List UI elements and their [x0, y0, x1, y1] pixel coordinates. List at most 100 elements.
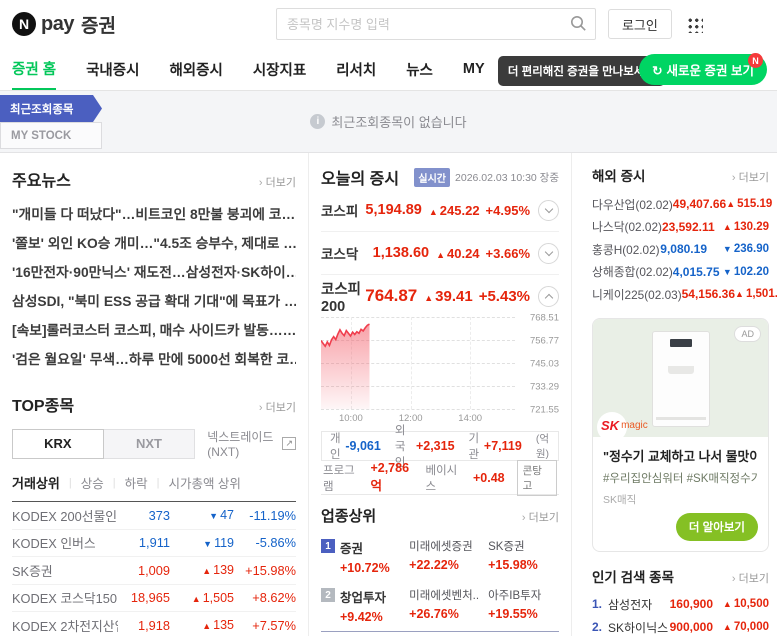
- basis-label: 베이시스: [426, 462, 467, 494]
- kospi200-intraday-chart: 768.51 756.77 745.03 733.29 721.55: [321, 317, 515, 409]
- news-item[interactable]: "개미들 다 떠났다"…비트코인 8만불 붕괴에 코…: [12, 200, 296, 229]
- y-axis-tick: 756.77: [530, 336, 559, 347]
- news-item[interactable]: [속보]롤러코스터 코스피, 매수 사이드카 발동……: [12, 316, 296, 345]
- nxt-external-link[interactable]: 넥스트레이드(NXT): [207, 428, 296, 459]
- popular-stocks-section: 인기 검색 종목 더보기 1. 삼성전자 160,900 10,500 2. S…: [592, 566, 769, 637]
- rank-badge: 2: [321, 588, 335, 602]
- header: N pay 증권 로그인: [0, 0, 777, 48]
- collapse-kospi200-button[interactable]: [538, 286, 559, 307]
- naver-n-icon: N: [12, 12, 36, 36]
- nav-item-indicators[interactable]: 시장지표: [253, 48, 306, 90]
- top-stocks-table: KODEX 200선물인버스… 373 47 -11.19% KODEX 인버스…: [12, 502, 296, 637]
- nav-item-world[interactable]: 해외증시: [169, 48, 222, 90]
- middle-column: 오늘의 증시 실시간 2026.02.03 10:30 장중 코스피 5,194…: [308, 153, 572, 636]
- expand-kosdaq-button[interactable]: [538, 243, 559, 264]
- water-purifier-image: [652, 331, 710, 427]
- expand-kospi-button[interactable]: [538, 200, 559, 221]
- unit-label: (억원): [536, 431, 550, 461]
- ranking-subtabs: 거래상위 | 상승 | 하락 | 시가총액 상위: [12, 473, 296, 502]
- tab-krx[interactable]: KRX: [12, 429, 104, 459]
- divider: |: [69, 477, 72, 489]
- list-item[interactable]: 1. 삼성전자 160,900 10,500: [592, 593, 769, 616]
- down-arrow-icon: [209, 508, 220, 522]
- table-row[interactable]: KODEX 200선물인버스… 373 47 -11.19%: [12, 502, 296, 530]
- ad-advertiser: SK매직: [603, 492, 758, 507]
- subtab-rising[interactable]: 상승: [81, 473, 104, 492]
- price-area-chart: [321, 317, 515, 409]
- popular-more-link[interactable]: 더보기: [732, 570, 769, 586]
- ad-badge: AD: [734, 326, 761, 342]
- refresh-icon: [652, 64, 666, 78]
- list-item[interactable]: 상해종합(02.02) 4,015.75 102.20: [592, 261, 769, 284]
- stock-price: 18,965: [118, 590, 170, 605]
- news-item[interactable]: '16만전자·90만닉스' 재도전…삼성전자·SK하이…: [12, 258, 296, 287]
- index-row-kospi200[interactable]: 코스피200 764.87 39.41 +5.43%: [321, 275, 559, 317]
- investor-label: 개인: [330, 430, 341, 462]
- world-markets-list: 다우산업(02.02) 49,407.66 515.19 나스닥(02.02) …: [592, 193, 769, 306]
- news-item[interactable]: 삼성SDI, "북미 ESS 공급 확대 기대"에 목표가 …: [12, 287, 296, 316]
- list-item[interactable]: 다우산업(02.02) 49,407.66 515.19: [592, 193, 769, 216]
- index-row-kospi[interactable]: 코스피 5,194.89 245.22 +4.95%: [321, 189, 559, 232]
- list-item[interactable]: 2. SK하이닉스 900,000 70,000: [592, 616, 769, 637]
- rank-badge: 1: [321, 539, 335, 553]
- stock-rate: +15.98%: [234, 563, 296, 578]
- ad-card[interactable]: AD SK magic "정수기 교체하고 나서 물맛이 다... #우리집안심…: [592, 318, 769, 552]
- sector-row: 2 창업투자+9.42% 미래에셋벤처..+26.76% 아주IB투자+19.5…: [321, 587, 559, 624]
- table-row[interactable]: SK증권 1,009 139 +15.98%: [12, 557, 296, 585]
- contango-badge: 콘탕고: [517, 460, 557, 496]
- ad-image: AD SK magic: [593, 319, 768, 437]
- new-securities-button[interactable]: 새로운 증권 보기 N: [639, 54, 767, 85]
- nav-item-research[interactable]: 리서치: [336, 48, 376, 90]
- stock-price: 1,009: [118, 563, 170, 578]
- news-item[interactable]: '검은 월요일' 무색…하루 만에 5000선 회복한 코…: [12, 345, 296, 374]
- nav-item-domestic[interactable]: 국내증시: [86, 48, 139, 90]
- ad-cta-button[interactable]: 더 알아보기: [676, 513, 758, 541]
- list-item[interactable]: 홍콩H(02.02) 9,080.19 236.90: [592, 238, 769, 261]
- stock-rate: -5.86%: [234, 535, 296, 550]
- up-arrow-icon: [202, 563, 213, 577]
- search-input[interactable]: [276, 8, 596, 40]
- stock-name: KODEX 코스닥150레버…: [12, 588, 118, 607]
- index-row-kosdaq[interactable]: 코스닥 1,138.60 40.24 +3.66%: [321, 232, 559, 275]
- down-arrow-icon: [203, 536, 214, 550]
- nav-item-my[interactable]: MY: [463, 48, 485, 90]
- world-more-link[interactable]: 더보기: [732, 169, 769, 185]
- new-badge: N: [748, 53, 763, 68]
- sector-stock[interactable]: 미래에셋증권+22.22%: [409, 538, 480, 575]
- login-button[interactable]: 로그인: [608, 9, 672, 39]
- subtab-falling[interactable]: 하락: [125, 473, 148, 492]
- search-icon[interactable]: [570, 15, 587, 32]
- timestamp: 2026.02.03 10:30 장중: [455, 170, 559, 185]
- table-row[interactable]: KODEX 2차전지산업레… 1,918 135 +7.57%: [12, 612, 296, 637]
- news-more-link[interactable]: 더보기: [259, 174, 296, 190]
- subtab-marketcap[interactable]: 시가총액 상위: [168, 473, 240, 492]
- sector-main[interactable]: 1 증권+10.72%: [321, 538, 409, 575]
- table-row[interactable]: KODEX 인버스 1,911 119 -5.86%: [12, 530, 296, 558]
- tab-nxt[interactable]: NXT: [104, 429, 196, 459]
- list-item[interactable]: 나스닥(02.02) 23,592.11 130.29: [592, 216, 769, 239]
- sectors-more-link[interactable]: 더보기: [522, 509, 559, 525]
- news-item[interactable]: '쫄보' 외인 KO승 개미…"4.5조 승부수, 제대로 …: [12, 229, 296, 258]
- list-item[interactable]: 니케이225(02.03) 54,156.36 1,501.18: [592, 283, 769, 306]
- sector-stock[interactable]: SK증권+15.98%: [488, 538, 559, 575]
- left-column: 주요뉴스 더보기 "개미들 다 떠났다"…비트코인 8만불 붕괴에 코… '쫄보…: [0, 153, 308, 636]
- subtab-volume[interactable]: 거래상위: [12, 473, 60, 492]
- nav-item-home[interactable]: 증권 홈: [12, 48, 56, 90]
- popular-title: 인기 검색 종목: [592, 566, 674, 586]
- program-label: 프로그램: [323, 462, 364, 494]
- up-arrow-icon: [202, 618, 213, 632]
- top-stocks-more-link[interactable]: 더보기: [259, 399, 296, 415]
- main-content: 주요뉴스 더보기 "개미들 다 떠났다"…비트코인 8만불 붕괴에 코… '쫄보…: [0, 153, 777, 636]
- table-row[interactable]: KODEX 코스닥150레버… 18,965 1,505 +8.62%: [12, 585, 296, 613]
- index-rate: +4.95%: [486, 203, 530, 218]
- stock-price: 1,911: [118, 535, 170, 550]
- sector-stock[interactable]: 미래에셋벤처..+26.76%: [409, 587, 480, 624]
- sector-stock[interactable]: 아주IB투자+19.55%: [488, 587, 559, 624]
- sector-main[interactable]: 2 창업투자+9.42%: [321, 587, 409, 624]
- stock-name: KODEX 2차전지산업레…: [12, 616, 118, 635]
- investor-value: +7,119: [484, 439, 522, 453]
- naver-pay-securities-logo[interactable]: N pay 증권: [12, 11, 116, 38]
- top-sectors-section: 업종상위 더보기 1 증권+10.72% 미래에셋증권+22.22% SK증권+…: [321, 505, 559, 637]
- nav-item-news[interactable]: 뉴스: [406, 48, 433, 90]
- app-grid-menu-icon[interactable]: [686, 16, 703, 33]
